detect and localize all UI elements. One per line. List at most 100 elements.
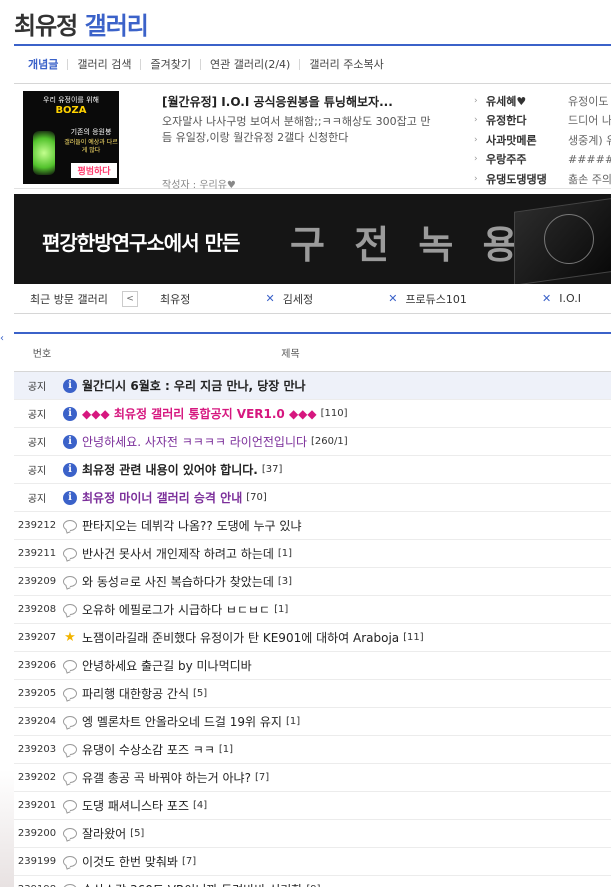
table-row[interactable]: 239211 반사건 못사서 개인제작 하려고 하는데 [1] <box>14 540 611 568</box>
post-title[interactable]: 반사건 못사서 개인제작 하려고 하는데 <box>82 545 274 562</box>
recent-gallery-link[interactable]: 프로듀스101 <box>405 291 466 307</box>
recent-gallery-link[interactable]: 김세정 <box>283 291 313 307</box>
comment-count[interactable]: [260/1] <box>311 436 348 447</box>
nav-copy-gallery-url[interactable]: 갤러리 주소복사 <box>299 59 392 70</box>
table-row[interactable]: 239198수상소감 360도 VR이니까 돌려바바 신기함[9] <box>14 876 611 887</box>
notice-row[interactable]: 공지 i 최유정 관련 내용이 있어야 합니다. [37] <box>14 456 611 484</box>
post-title[interactable]: 수상소감 360도 VR이니까 돌려바바 신기함 <box>82 881 302 887</box>
table-row[interactable]: 239203 유댕이 수상소감 포즈 ㅋㅋ [1] <box>14 736 611 764</box>
table-row[interactable]: 239204 엥 멜론차트 안올라오네 드걸 19위 유지 [1] <box>14 708 611 736</box>
table-row[interactable]: 239201 도댕 패셔니스타 포즈 [4] <box>14 792 611 820</box>
post-title[interactable]: 파리행 대한항공 간식 <box>82 685 189 702</box>
post-title[interactable]: 안녕하세요 출근길 by 미나먹디바 <box>82 657 252 674</box>
bullet-arrow-icon: › <box>474 95 478 106</box>
post-title[interactable]: 이것도 한번 맞춰봐 <box>82 853 178 870</box>
comment-count[interactable]: [5] <box>130 828 144 839</box>
side-list-item[interactable]: › 유정한다 드디어 나 <box>474 111 611 131</box>
bullet-arrow-icon: › <box>474 173 478 184</box>
table-row[interactable]: 239205 파리행 대한항공 간식 [5] <box>14 680 611 708</box>
post-title[interactable]: 최유정 마이너 갤러리 승격 안내 <box>82 489 242 506</box>
notice-row[interactable]: 공지 i 월간디시 6월호 : 우리 지금 만나, 당장 만나 <box>14 372 611 400</box>
comment-count[interactable]: [4] <box>193 800 207 811</box>
comment-count[interactable]: [3] <box>278 576 292 587</box>
table-row[interactable]: 239208 오유하 에필로그가 시급하다 ㅂㄷㅂㄷ [1] <box>14 596 611 624</box>
image-post-icon <box>58 688 82 699</box>
image-post-icon <box>58 800 82 811</box>
post-title[interactable]: 오유하 에필로그가 시급하다 ㅂㄷㅂㄷ <box>82 601 270 618</box>
nav-favorites[interactable]: 즐겨찾기 <box>140 59 199 70</box>
nav-gallery-search[interactable]: 갤러리 검색 <box>67 59 140 70</box>
featured-body[interactable]: 오자말사 나사구멍 보여서 분해함;;ㅋㅋ해상도 300잡고 만듬 유일장,이랑… <box>162 114 432 162</box>
post-title[interactable]: 최유정 관련 내용이 있어야 합니다. <box>82 461 258 478</box>
text-post-icon <box>58 828 82 839</box>
notice-row[interactable]: 공지 i 안녕하세요. 사자전 ㅋㅋㅋㅋ 라이언전입니다 [260/1] <box>14 428 611 456</box>
featured-thumbnail[interactable]: 우리 유정이를 위해 BOZA 기존의 응원봉 갤러들이 예상과 다르게 많다 … <box>23 91 119 184</box>
comment-count[interactable]: [1] <box>274 604 288 615</box>
side-item-label: 우랑주주 <box>486 153 527 167</box>
post-title[interactable]: 노잼이라길래 준비했다 유정이가 탄 KE901에 대하여 Araboja <box>82 629 399 646</box>
side-list-item[interactable]: › 사과맛메론 생중계) 유 <box>474 130 611 150</box>
remove-recent-icon[interactable]: ✕ <box>380 292 405 305</box>
thumb-caption-top: 우리 유정이를 위해 <box>43 96 99 104</box>
notice-row[interactable]: 공지 i ◆◆◆ 최유정 갤러리 통합공지 VER1.0 ◆◆◆ [110] <box>14 400 611 428</box>
ad-banner[interactable]: 편강한방연구소에서 만든 구 전 녹 용 <box>14 194 611 284</box>
post-number: 239203 <box>17 744 57 755</box>
gallery-title-suffix: 갤러리 <box>84 12 149 40</box>
recent-gallery-link[interactable]: I.O.I <box>559 292 611 305</box>
notice-info-icon: i <box>58 406 82 421</box>
post-title[interactable]: 월간디시 6월호 : 우리 지금 만나, 당장 만나 <box>82 377 306 394</box>
comment-count[interactable]: [7] <box>182 856 196 867</box>
side-item-value: ##### 6월 <box>568 153 611 167</box>
side-expand-chevron-icon[interactable]: ‹ <box>0 333 4 344</box>
comment-count[interactable]: [1] <box>286 716 300 727</box>
comment-count[interactable]: [1] <box>278 548 292 559</box>
remove-recent-icon[interactable]: ✕ <box>534 292 559 305</box>
featured-title[interactable]: [월간유정] I.O.I 공식응원봉을 튜닝해보자... <box>162 93 432 110</box>
gallery-title[interactable]: 최유정 갤러리 <box>14 6 149 41</box>
image-post-icon <box>58 856 82 867</box>
post-number: 239201 <box>17 800 57 811</box>
table-row[interactable]: 239212 판타지오는 데뷔각 나옴?? 도댕에 누구 있냐 <box>14 512 611 540</box>
comment-count[interactable]: [11] <box>403 632 424 643</box>
notice-info-icon: i <box>58 462 82 477</box>
table-row[interactable]: 239200 잘라왔어 [5] <box>14 820 611 848</box>
post-number: 239205 <box>17 688 57 699</box>
comment-count[interactable]: [70] <box>246 492 267 503</box>
post-title[interactable]: 와 동성ㄹ로 사진 복습하다가 찾았는데 <box>82 573 274 590</box>
notice-row[interactable]: 공지 i 최유정 마이너 갤러리 승격 안내 [70] <box>14 484 611 512</box>
post-title[interactable]: 안녕하세요. 사자전 ㅋㅋㅋㅋ 라이언전입니다 <box>82 433 307 450</box>
nav-best-posts[interactable]: 개념글 <box>28 59 67 70</box>
post-title[interactable]: ◆◆◆ 최유정 갤러리 통합공지 VER1.0 ◆◆◆ <box>82 405 317 422</box>
comment-count[interactable]: [5] <box>193 688 207 699</box>
table-row[interactable]: 239207 ★ 노잼이라길래 준비했다 유정이가 탄 KE901에 대하여 Ara… <box>14 624 611 652</box>
table-row[interactable]: 239206 안녕하세요 출근길 by 미나먹디바 <box>14 652 611 680</box>
comment-count[interactable]: [7] <box>255 772 269 783</box>
comment-count[interactable]: [37] <box>262 464 283 475</box>
side-list-item[interactable]: › 우랑주주 ##### 6월 <box>474 150 611 170</box>
side-list-item[interactable]: › 유세혜♥ 유정이도 나 <box>474 91 611 111</box>
image-post-icon <box>58 660 82 671</box>
post-title[interactable]: 잘라왔어 <box>82 825 126 842</box>
recent-prev-button[interactable]: < <box>122 290 138 307</box>
post-title[interactable]: 유갤 총공 곡 바꿔야 하는거 아냐? <box>82 769 251 786</box>
nav-related-galleries[interactable]: 연관 갤러리(2/4) <box>199 59 299 70</box>
bullet-arrow-icon: › <box>474 154 478 165</box>
notice-info-icon: i <box>58 434 82 449</box>
table-row[interactable]: 239199 이것도 한번 맞춰봐 [7] <box>14 848 611 876</box>
bullet-arrow-icon: › <box>474 134 478 145</box>
side-list-item[interactable]: › 유댕도댕댕댕 춂손 주의) <box>474 169 611 189</box>
comment-count[interactable]: [1] <box>219 744 233 755</box>
notice-info-icon: i <box>58 378 82 393</box>
post-list: 번호 제목 공지 i 월간디시 6월호 : 우리 지금 만나, 당장 만나 공지 i ◆◆… <box>14 332 611 887</box>
post-title[interactable]: 도댕 패셔니스타 포즈 <box>82 797 189 814</box>
ad-banner-tagline: 편강한방연구소에서 만든 <box>42 231 240 255</box>
post-title[interactable]: 유댕이 수상소감 포즈 ㅋㅋ <box>82 741 215 758</box>
recent-gallery-link[interactable]: 최유정 <box>160 291 190 307</box>
remove-recent-icon[interactable]: ✕ <box>258 292 283 305</box>
post-title[interactable]: 엥 멜론차트 안올라오네 드걸 19위 유지 <box>82 713 282 730</box>
table-row[interactable]: 239209 와 동성ㄹ로 사진 복습하다가 찾았는데 [3] <box>14 568 611 596</box>
post-number: 239204 <box>17 716 57 727</box>
post-title[interactable]: 판타지오는 데뷔각 나옴?? 도댕에 누구 있냐 <box>82 517 302 534</box>
comment-count[interactable]: [110] <box>321 408 348 419</box>
table-row[interactable]: 239202 유갤 총공 곡 바꿔야 하는거 아냐? [7] <box>14 764 611 792</box>
